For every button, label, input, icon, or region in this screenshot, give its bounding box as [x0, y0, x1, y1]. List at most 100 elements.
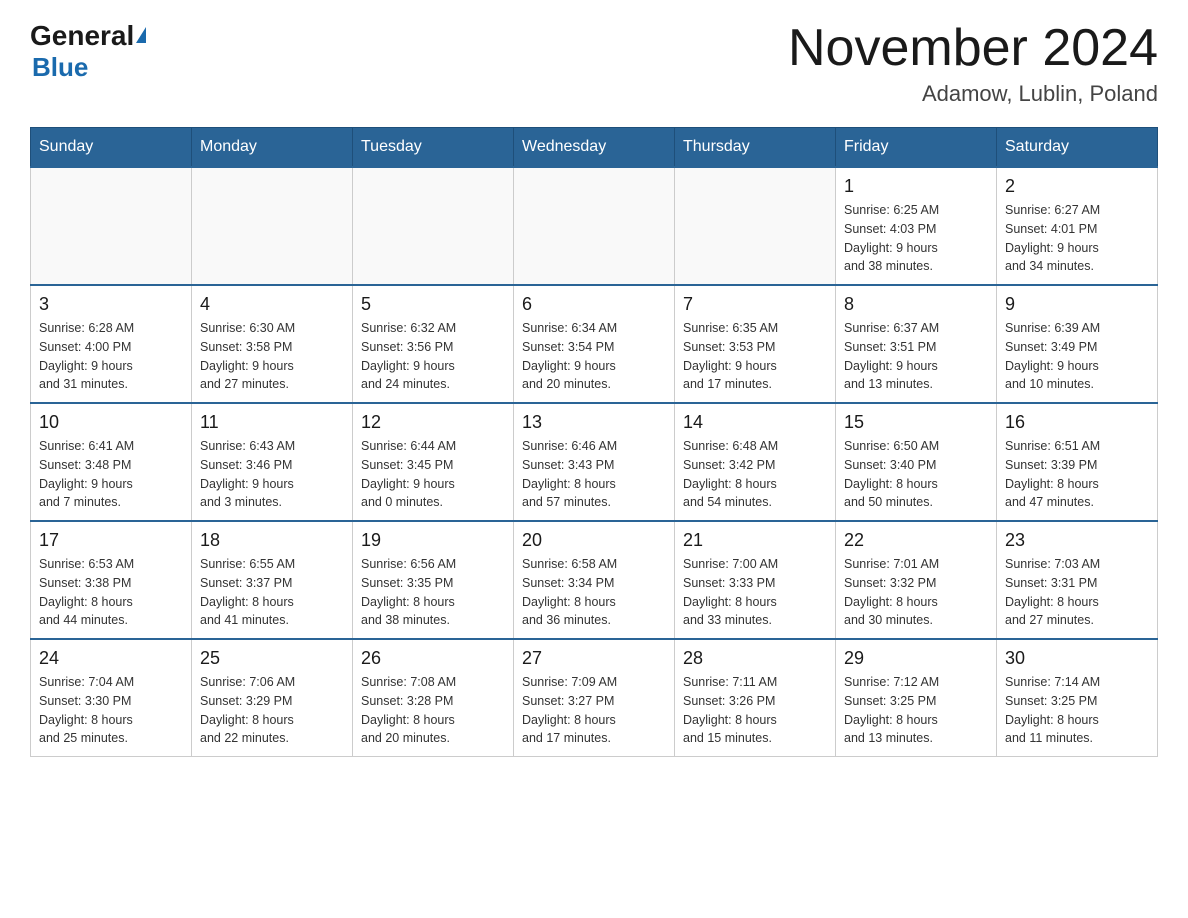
month-title: November 2024	[788, 20, 1158, 77]
day-info: Sunrise: 6:43 AM Sunset: 3:46 PM Dayligh…	[200, 437, 344, 512]
day-info: Sunrise: 6:27 AM Sunset: 4:01 PM Dayligh…	[1005, 201, 1149, 276]
day-number: 14	[683, 412, 827, 433]
day-number: 20	[522, 530, 666, 551]
day-info: Sunrise: 7:08 AM Sunset: 3:28 PM Dayligh…	[361, 673, 505, 748]
table-cell: 15Sunrise: 6:50 AM Sunset: 3:40 PM Dayli…	[836, 403, 997, 521]
day-info: Sunrise: 7:09 AM Sunset: 3:27 PM Dayligh…	[522, 673, 666, 748]
day-info: Sunrise: 6:55 AM Sunset: 3:37 PM Dayligh…	[200, 555, 344, 630]
calendar-week-4: 17 Sunrise: 6:53 AM Sunset: 3:38 PM Dayli…	[31, 521, 1158, 639]
table-cell: 11 Sunrise: 6:43 AM Sunset: 3:46 PM Dayli…	[192, 403, 353, 521]
day-info: Sunrise: 6:37 AM Sunset: 3:51 PM Dayligh…	[844, 319, 988, 394]
day-info: Sunrise: 6:44 AM Sunset: 3:45 PM Dayligh…	[361, 437, 505, 512]
col-sunday: Sunday	[31, 128, 192, 168]
day-number: 10	[39, 412, 183, 433]
table-cell: 27Sunrise: 7:09 AM Sunset: 3:27 PM Dayli…	[514, 639, 675, 757]
col-friday: Friday	[836, 128, 997, 168]
col-thursday: Thursday	[675, 128, 836, 168]
day-number: 8	[844, 294, 988, 315]
day-number: 7	[683, 294, 827, 315]
day-number: 3	[39, 294, 183, 315]
table-cell: 21 Sunrise: 7:00 AM Sunset: 3:33 PM Dayli…	[675, 521, 836, 639]
day-info: Sunrise: 7:12 AM Sunset: 3:25 PM Dayligh…	[844, 673, 988, 748]
day-info: Sunrise: 6:51 AM Sunset: 3:39 PM Dayligh…	[1005, 437, 1149, 512]
table-cell: 28 Sunrise: 7:11 AM Sunset: 3:26 PM Dayli…	[675, 639, 836, 757]
table-cell: 16 Sunrise: 6:51 AM Sunset: 3:39 PM Dayli…	[997, 403, 1158, 521]
table-cell: 17 Sunrise: 6:53 AM Sunset: 3:38 PM Dayli…	[31, 521, 192, 639]
day-number: 29	[844, 648, 988, 669]
day-number: 19	[361, 530, 505, 551]
day-number: 2	[1005, 176, 1149, 197]
page-header: General Blue November 2024 Adamow, Lubli…	[30, 20, 1158, 107]
day-info: Sunrise: 6:50 AM Sunset: 3:40 PM Dayligh…	[844, 437, 988, 512]
day-number: 11	[200, 412, 344, 433]
table-cell: 26 Sunrise: 7:08 AM Sunset: 3:28 PM Dayli…	[353, 639, 514, 757]
day-number: 23	[1005, 530, 1149, 551]
table-cell: 13 Sunrise: 6:46 AM Sunset: 3:43 PM Dayli…	[514, 403, 675, 521]
day-info: Sunrise: 7:01 AM Sunset: 3:32 PM Dayligh…	[844, 555, 988, 630]
logo-triangle-icon	[136, 27, 146, 43]
table-cell: 3 Sunrise: 6:28 AM Sunset: 4:00 PM Daylig…	[31, 285, 192, 403]
day-number: 1	[844, 176, 988, 197]
day-number: 18	[200, 530, 344, 551]
table-cell: 5Sunrise: 6:32 AM Sunset: 3:56 PM Daylig…	[353, 285, 514, 403]
day-number: 30	[1005, 648, 1149, 669]
col-tuesday: Tuesday	[353, 128, 514, 168]
day-info: Sunrise: 6:41 AM Sunset: 3:48 PM Dayligh…	[39, 437, 183, 512]
day-number: 6	[522, 294, 666, 315]
calendar-week-5: 24Sunrise: 7:04 AM Sunset: 3:30 PM Dayli…	[31, 639, 1158, 757]
table-cell	[514, 167, 675, 285]
table-cell: 6 Sunrise: 6:34 AM Sunset: 3:54 PM Daylig…	[514, 285, 675, 403]
day-number: 28	[683, 648, 827, 669]
day-number: 25	[200, 648, 344, 669]
day-number: 21	[683, 530, 827, 551]
table-cell: 7Sunrise: 6:35 AM Sunset: 3:53 PM Daylig…	[675, 285, 836, 403]
day-number: 4	[200, 294, 344, 315]
day-info: Sunrise: 7:06 AM Sunset: 3:29 PM Dayligh…	[200, 673, 344, 748]
day-info: Sunrise: 6:34 AM Sunset: 3:54 PM Dayligh…	[522, 319, 666, 394]
logo-general-text: General	[30, 20, 146, 52]
day-info: Sunrise: 6:46 AM Sunset: 3:43 PM Dayligh…	[522, 437, 666, 512]
day-info: Sunrise: 7:00 AM Sunset: 3:33 PM Dayligh…	[683, 555, 827, 630]
table-cell: 1 Sunrise: 6:25 AM Sunset: 4:03 PM Daylig…	[836, 167, 997, 285]
table-cell: 4Sunrise: 6:30 AM Sunset: 3:58 PM Daylig…	[192, 285, 353, 403]
calendar-week-2: 3 Sunrise: 6:28 AM Sunset: 4:00 PM Daylig…	[31, 285, 1158, 403]
table-cell	[192, 167, 353, 285]
table-cell: 23Sunrise: 7:03 AM Sunset: 3:31 PM Dayli…	[997, 521, 1158, 639]
day-info: Sunrise: 6:53 AM Sunset: 3:38 PM Dayligh…	[39, 555, 183, 630]
day-info: Sunrise: 7:11 AM Sunset: 3:26 PM Dayligh…	[683, 673, 827, 748]
location-title: Adamow, Lublin, Poland	[788, 81, 1158, 107]
day-number: 17	[39, 530, 183, 551]
day-number: 16	[1005, 412, 1149, 433]
day-info: Sunrise: 6:48 AM Sunset: 3:42 PM Dayligh…	[683, 437, 827, 512]
logo-blue-text: Blue	[32, 52, 88, 83]
logo: General Blue	[30, 20, 146, 83]
table-cell: 12Sunrise: 6:44 AM Sunset: 3:45 PM Dayli…	[353, 403, 514, 521]
day-number: 13	[522, 412, 666, 433]
day-info: Sunrise: 7:04 AM Sunset: 3:30 PM Dayligh…	[39, 673, 183, 748]
table-cell: 29 Sunrise: 7:12 AM Sunset: 3:25 PM Dayli…	[836, 639, 997, 757]
table-cell: 19Sunrise: 6:56 AM Sunset: 3:35 PM Dayli…	[353, 521, 514, 639]
table-cell: 2 Sunrise: 6:27 AM Sunset: 4:01 PM Daylig…	[997, 167, 1158, 285]
day-info: Sunrise: 6:25 AM Sunset: 4:03 PM Dayligh…	[844, 201, 988, 276]
calendar-table: Sunday Monday Tuesday Wednesday Thursday…	[30, 127, 1158, 757]
day-number: 26	[361, 648, 505, 669]
day-info: Sunrise: 6:39 AM Sunset: 3:49 PM Dayligh…	[1005, 319, 1149, 394]
table-cell: 25 Sunrise: 7:06 AM Sunset: 3:29 PM Dayli…	[192, 639, 353, 757]
calendar-header-row: Sunday Monday Tuesday Wednesday Thursday…	[31, 128, 1158, 168]
calendar-week-3: 10 Sunrise: 6:41 AM Sunset: 3:48 PM Dayli…	[31, 403, 1158, 521]
calendar-week-1: 1 Sunrise: 6:25 AM Sunset: 4:03 PM Daylig…	[31, 167, 1158, 285]
table-cell: 30 Sunrise: 7:14 AM Sunset: 3:25 PM Dayli…	[997, 639, 1158, 757]
day-info: Sunrise: 7:14 AM Sunset: 3:25 PM Dayligh…	[1005, 673, 1149, 748]
col-saturday: Saturday	[997, 128, 1158, 168]
day-info: Sunrise: 6:28 AM Sunset: 4:00 PM Dayligh…	[39, 319, 183, 394]
table-cell	[353, 167, 514, 285]
table-cell: 14 Sunrise: 6:48 AM Sunset: 3:42 PM Dayli…	[675, 403, 836, 521]
table-cell: 20 Sunrise: 6:58 AM Sunset: 3:34 PM Dayli…	[514, 521, 675, 639]
day-number: 22	[844, 530, 988, 551]
col-wednesday: Wednesday	[514, 128, 675, 168]
table-cell: 24Sunrise: 7:04 AM Sunset: 3:30 PM Dayli…	[31, 639, 192, 757]
table-cell: 18 Sunrise: 6:55 AM Sunset: 3:37 PM Dayli…	[192, 521, 353, 639]
table-cell: 22 Sunrise: 7:01 AM Sunset: 3:32 PM Dayli…	[836, 521, 997, 639]
day-info: Sunrise: 6:58 AM Sunset: 3:34 PM Dayligh…	[522, 555, 666, 630]
table-cell	[675, 167, 836, 285]
